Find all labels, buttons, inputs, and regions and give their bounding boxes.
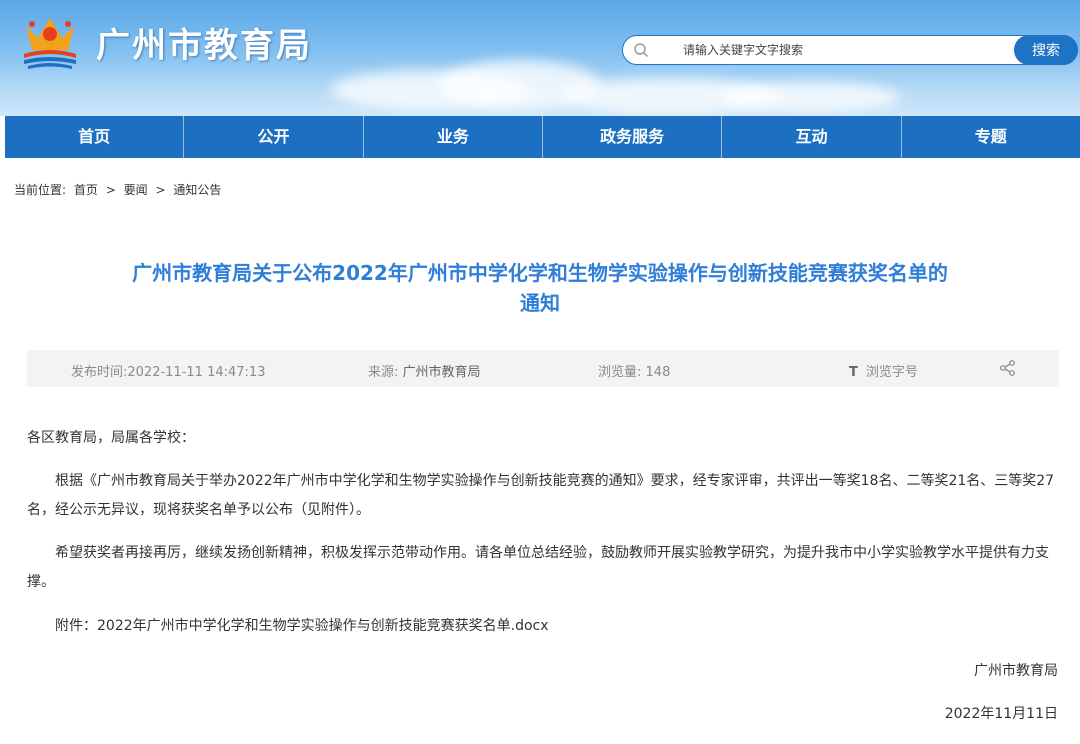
breadcrumb-news[interactable]: 要闻 [124, 183, 148, 197]
site-title: 广州市教育局 [96, 25, 312, 66]
article-title-line: 通知 [520, 291, 560, 315]
document-date: 2022年11月11日 [944, 706, 1058, 722]
article-title-line: 广州市教育局关于公布2022年广州市中学化学和生物学实验操作与创新技能竞赛获奖名… [132, 261, 948, 285]
nav-item-topics[interactable]: 专题 [902, 116, 1080, 158]
article-title: 广州市教育局关于公布2022年广州市中学化学和生物学实验操作与创新技能竞赛获奖名… [90, 258, 990, 318]
breadcrumb-separator: > [105, 183, 116, 197]
breadcrumb-home[interactable]: 首页 [74, 183, 98, 197]
nav-item-home[interactable]: 首页 [5, 116, 185, 158]
search-box: 搜索 [622, 35, 1078, 65]
attachment-label: 附件： [55, 618, 97, 634]
header-cloud [720, 82, 900, 112]
paragraph: 根据《广州市教育局关于举办2022年广州市中学化学和生物学实验操作与创新技能竞赛… [27, 473, 1055, 518]
breadcrumb-notices[interactable]: 通知公告 [173, 183, 221, 197]
font-size-toggle[interactable]: T 浏览字号 [849, 361, 918, 380]
search-input[interactable] [683, 40, 1003, 60]
nav-item-public[interactable]: 公开 [184, 116, 364, 158]
salutation: 各区教育局，局属各学校： [27, 430, 195, 446]
source-label: 来源: [368, 365, 399, 380]
views-value: 148 [645, 365, 671, 380]
breadcrumb-separator: > [155, 183, 166, 197]
emblem-icon [24, 18, 76, 69]
nav-item-business[interactable]: 业务 [364, 116, 543, 158]
nav-item-interaction[interactable]: 互动 [722, 116, 902, 158]
attachment: 附件：2022年广州市中学化学和生物学实验操作与创新技能竞赛获奖名单.docx [27, 612, 1057, 641]
font-size-label: 浏览字号 [865, 365, 918, 380]
font-size-icon: T [849, 365, 858, 380]
breadcrumb: 当前位置: 首页 > 要闻 > 通知公告 [14, 181, 221, 198]
paragraph: 希望获奖者再接再厉，继续发扬创新精神，积极发挥示范带动作用。请各单位总结经验，鼓… [27, 545, 1049, 590]
source-value: 广州市教育局 [402, 365, 481, 380]
publish-label: 发布时间: [71, 365, 128, 380]
attachment-link[interactable]: 2022年广州市中学化学和生物学实验操作与创新技能竞赛获奖名单.docx [97, 618, 549, 634]
breadcrumb-label: 当前位置: [14, 183, 67, 197]
search-icon [634, 43, 649, 58]
site-header: 广州市教育局 搜索 [0, 0, 1080, 116]
view-count: 浏览量: 148 [598, 361, 670, 380]
source: 来源: 广州市教育局 [368, 361, 481, 380]
share-icon[interactable] [999, 359, 1017, 377]
views-label: 浏览量: [598, 365, 642, 380]
publish-time: 发布时间:2022-11-11 14:47:13 [71, 361, 265, 380]
main-nav: 首页 公开 业务 政务服务 互动 专题 [5, 116, 1080, 158]
search-button[interactable]: 搜索 [1014, 35, 1078, 65]
signature: 广州市教育局 [974, 663, 1058, 679]
site-logo[interactable]: 广州市教育局 [18, 12, 312, 72]
article-meta-bar: 发布时间:2022-11-11 14:47:13 来源: 广州市教育局 浏览量:… [27, 350, 1059, 387]
publish-time-value: 2022-11-11 14:47:13 [127, 365, 266, 380]
nav-item-government-services[interactable]: 政务服务 [543, 116, 723, 158]
